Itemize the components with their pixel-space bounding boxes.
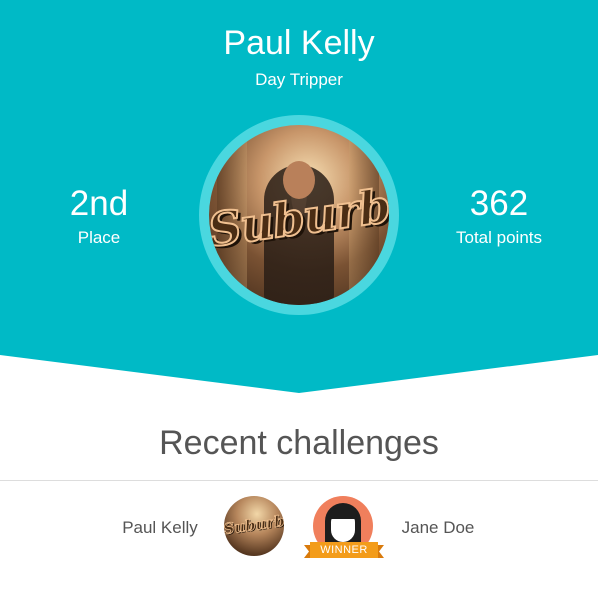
profile-title: Day Tripper	[255, 70, 343, 89]
winner-ribbon: WINNER	[304, 542, 384, 558]
avatar-bangs	[329, 508, 357, 519]
challenger-name[interactable]: Paul Kelly	[110, 518, 210, 538]
points-stat: 362 Total points	[424, 184, 574, 248]
place-stat: 2nd Place	[24, 184, 174, 248]
profile-avatar-ring[interactable]: Suburb	[199, 115, 399, 315]
points-label: Total points	[456, 228, 542, 247]
challenger-avatar[interactable]: Suburb	[224, 496, 284, 556]
place-value: 2nd	[69, 184, 129, 223]
challenger-badge-overlay: Suburb	[224, 511, 284, 539]
winner-label: WINNER	[310, 542, 378, 558]
place-label: Place	[77, 228, 121, 247]
section-divider	[0, 480, 598, 481]
recent-challenges-heading: Recent challenges	[159, 424, 439, 462]
profile-avatar[interactable]: Suburb	[209, 125, 389, 305]
profile-name: Paul Kelly	[223, 24, 375, 62]
opponent-name[interactable]: Jane Doe	[388, 518, 488, 538]
points-value: 362	[469, 184, 529, 223]
